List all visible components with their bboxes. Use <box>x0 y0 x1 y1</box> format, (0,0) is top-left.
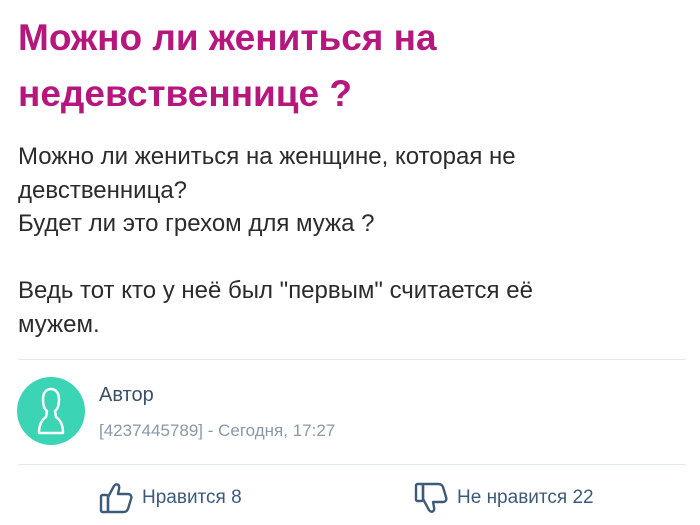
like-button[interactable]: Нравится 8 <box>98 478 242 518</box>
like-label: Нравится 8 <box>142 487 242 508</box>
question-line: Можно ли жениться на женщине, которая не <box>18 143 516 170</box>
question-body: Можно ли жениться на женщине, которая не… <box>18 140 678 341</box>
dislike-label: Не нравится 22 <box>457 487 594 508</box>
user-silhouette-icon <box>37 387 65 435</box>
author-meta: [4237445789] - Сегодня, 17:27 <box>99 421 336 440</box>
question-card: Можно ли жениться на недевственнице ? Мо… <box>0 0 700 525</box>
avatar <box>17 377 85 445</box>
question-line: Будет ли это грехом для мужа ? <box>18 210 375 237</box>
divider <box>18 464 686 465</box>
divider <box>18 359 686 360</box>
question-line: мужем. <box>18 310 100 338</box>
question-line: девственница? <box>18 176 188 204</box>
question-line: Ведь тот кто у неё был "первым" считаетс… <box>18 277 533 304</box>
author-name[interactable]: Автор <box>99 384 154 407</box>
page-title: Можно ли жениться на недевственнице ? <box>18 17 437 114</box>
question-line-break <box>18 241 678 275</box>
thumbs-down-icon <box>414 482 448 513</box>
thumbs-up-icon <box>99 483 133 514</box>
dislike-button[interactable]: Не нравится 22 <box>413 478 594 518</box>
